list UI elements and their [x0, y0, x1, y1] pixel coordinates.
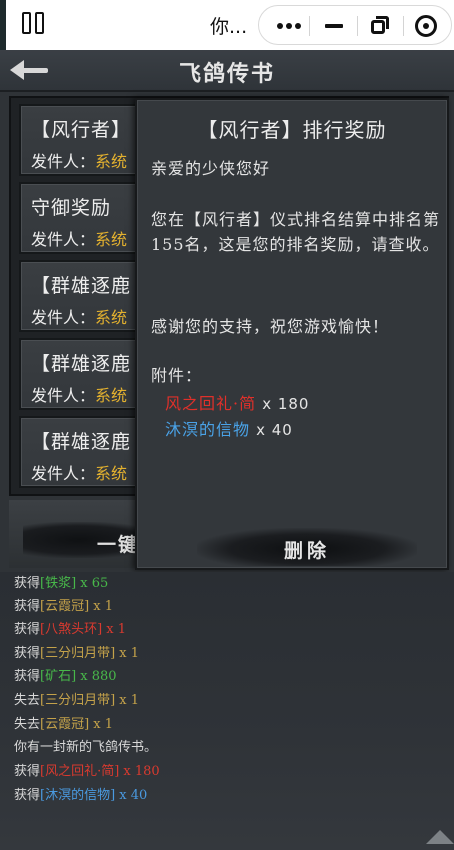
delete-label: 删除: [283, 540, 330, 562]
attachment-item[interactable]: 沐溟的信物 x 40: [165, 416, 293, 440]
log-line: 获得[八煞头环] x 1: [14, 622, 127, 637]
attachment-name: 风之回礼·简: [165, 394, 257, 413]
capsule-divider: [403, 16, 404, 36]
log-line: 获得[云霞冠] x 1: [14, 599, 114, 614]
capsule-menu: [258, 5, 452, 45]
log-line: 失去[三分归月带] x 1: [14, 693, 140, 708]
capsule-divider: [309, 16, 310, 36]
log-line: 获得[矿石] x 880: [14, 669, 117, 684]
sender-label: 发件人：: [31, 230, 96, 249]
detail-thanks: 感谢您的支持，祝您游戏愉快！: [151, 317, 390, 336]
minimize-icon[interactable]: [325, 24, 343, 28]
detail-title: 【风行者】排行奖励: [197, 118, 387, 142]
attachment-qty: x 40: [256, 421, 293, 439]
mail-sender: 发件人：系统: [31, 148, 127, 172]
message-log: 获得[铁浆] x 65 获得[云霞冠] x 1 获得[八煞头环] x 1 获得[…: [0, 572, 454, 850]
mail-sender: 发件人：系统: [31, 460, 127, 484]
log-line: 获得[风之回礼·简] x 180: [14, 764, 160, 779]
delete-button[interactable]: 删除: [197, 528, 417, 566]
sender-label: 发件人：: [31, 152, 96, 171]
attachment-label: 附件：: [151, 366, 203, 385]
log-line: 你有一封新的飞鸽传书。: [14, 740, 158, 755]
mail-sender: 发件人：系统: [31, 304, 127, 328]
mail-subject: 守御奖励: [31, 197, 112, 219]
app-topbar: 你...: [0, 0, 454, 50]
sender-label: 发件人：: [31, 386, 96, 405]
restore-icon[interactable]: [371, 16, 389, 34]
sender-name: 系统: [95, 152, 128, 171]
sender-label: 发件人：: [31, 464, 96, 483]
mail-subject: 【群雄逐鹿: [31, 353, 132, 375]
log-line: 获得[沐溟的信物] x 40: [14, 788, 148, 803]
onekey-zone: 一键: [9, 500, 163, 568]
sender-label: 发件人：: [31, 308, 96, 327]
window-icon[interactable]: [22, 12, 44, 34]
topbar-edge: [0, 0, 6, 50]
topbar-title: 你...: [210, 16, 248, 38]
mail-detail-panel: 【风行者】排行奖励 亲爱的少侠您好 您在【风行者】仪式排名结算中排名第155名，…: [135, 98, 449, 570]
game-header: 飞鸽传书: [0, 50, 454, 92]
onekey-label: 一键: [97, 534, 140, 556]
capsule-divider: [357, 16, 358, 36]
scroll-up-icon[interactable]: [426, 830, 454, 844]
log-line: 获得[三分归月带] x 1: [14, 646, 140, 661]
sender-name: 系统: [95, 464, 128, 483]
sender-name: 系统: [95, 386, 128, 405]
mail-sender: 发件人：系统: [31, 382, 127, 406]
sender-name: 系统: [95, 230, 128, 249]
mail-subject: 【群雄逐鹿: [31, 275, 132, 297]
sender-name: 系统: [95, 308, 128, 327]
detail-body: 您在【风行者】仪式排名结算中排名第155名，这是您的排名奖励，请查收。: [151, 210, 441, 254]
mail-subject: 【风行者】: [31, 119, 132, 141]
attachment-item[interactable]: 风之回礼·简 x 180: [165, 390, 309, 414]
close-target-icon[interactable]: [415, 15, 437, 37]
log-line: 获得[铁浆] x 65: [14, 576, 109, 591]
mail-subject: 【群雄逐鹿: [31, 431, 132, 453]
attachment-qty: x 180: [262, 395, 310, 413]
page-title: 飞鸽传书: [178, 61, 275, 87]
detail-greeting: 亲爱的少侠您好: [151, 159, 271, 178]
log-line: 失去[云霞冠] x 1: [14, 717, 114, 732]
more-icon[interactable]: [277, 19, 303, 33]
attachment-name: 沐溟的信物: [165, 420, 251, 439]
mail-sender: 发件人：系统: [31, 226, 127, 250]
